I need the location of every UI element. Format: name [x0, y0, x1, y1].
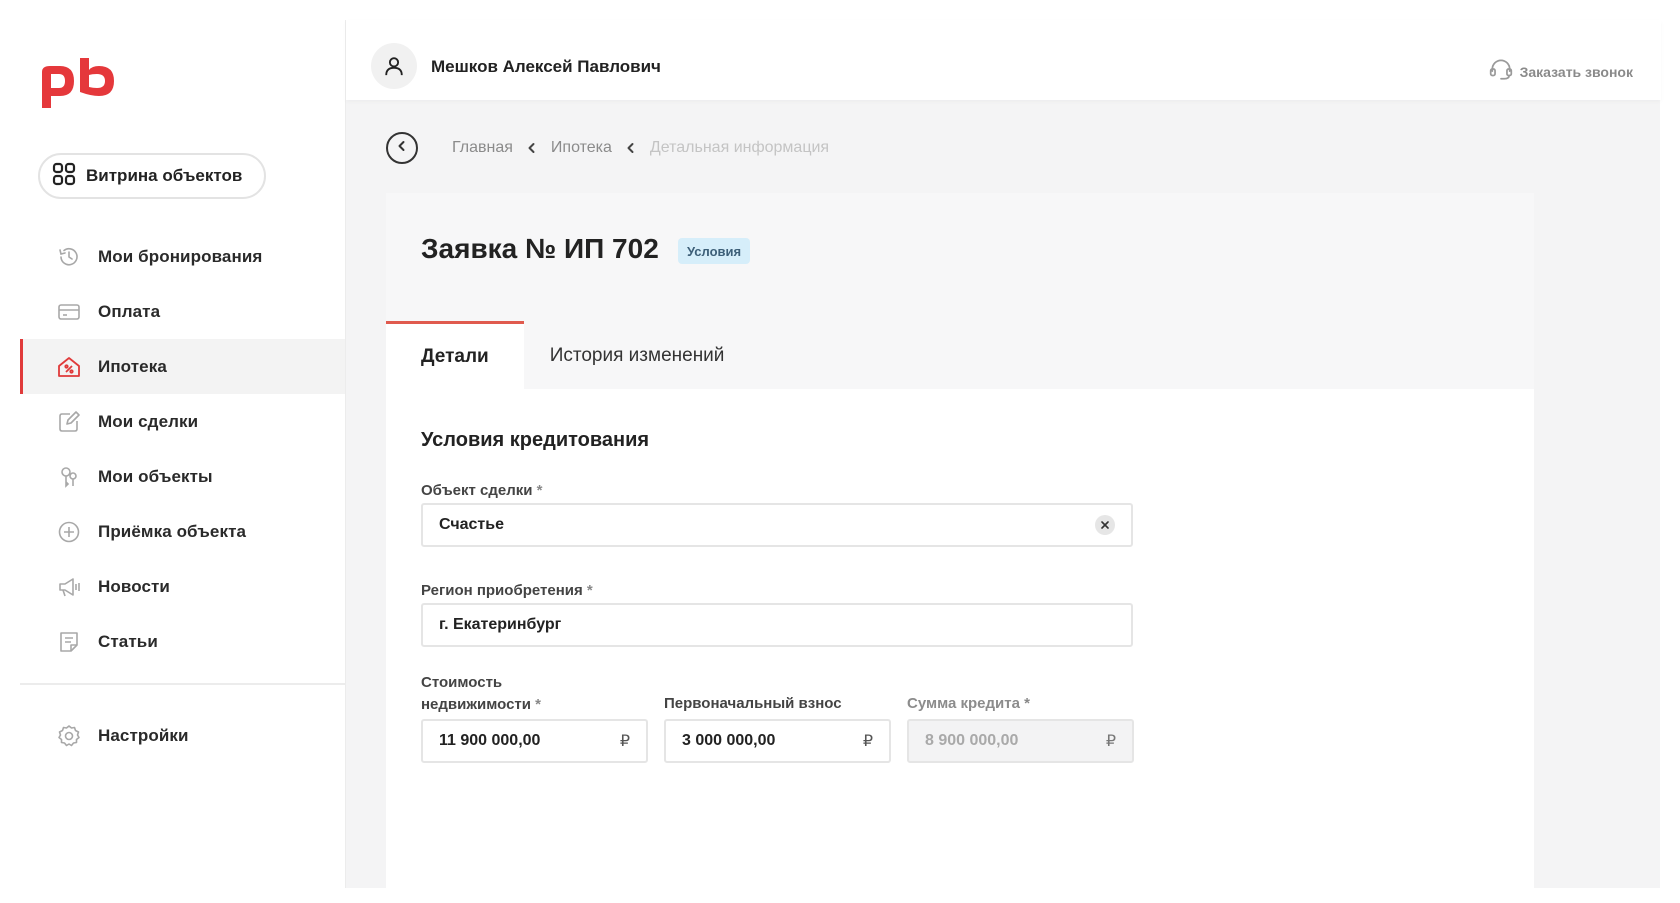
breadcrumb: Главная Ипотека Детальная информация [386, 132, 829, 164]
sidebar-item-label: Статьи [98, 631, 158, 651]
ruble-icon: ₽ [1105, 733, 1116, 750]
sidebar-item-label: Приёмка объекта [98, 521, 247, 541]
showcase-button[interactable]: Витрина объектов [38, 153, 266, 199]
cost-field-label: Стоимость недвижимости * [421, 672, 541, 716]
edit-icon [56, 409, 82, 435]
history-icon [56, 244, 82, 270]
article-icon [56, 629, 82, 655]
clear-icon[interactable] [1095, 515, 1115, 535]
topbar: Мешков Алексей Павлович Заказать звонок [346, 20, 1661, 100]
main-area: Мешков Алексей Павлович Заказать звонок … [345, 20, 1661, 888]
megaphone-icon [56, 574, 82, 600]
sidebar-item-label: Оплата [98, 301, 161, 321]
object-label-text: Объект сделки [421, 482, 533, 499]
required-mark: * [1024, 695, 1030, 712]
breadcrumb-home[interactable]: Главная [452, 139, 513, 157]
cost-field-value: 11 900 000,00 [439, 732, 541, 749]
tab-history[interactable]: История изменений [524, 321, 760, 390]
object-select[interactable]: Счастье [421, 503, 1133, 547]
region-label-text: Регион приобретения [421, 582, 583, 599]
breadcrumb-current: Детальная информация [649, 139, 830, 156]
sidebar-item-acceptance[interactable]: Приёмка объекта [20, 504, 345, 559]
status-badge: Условия [678, 238, 751, 264]
object-select-value: Счастье [439, 516, 504, 533]
sidebar-item-news[interactable]: Новости [20, 559, 345, 614]
application-card: Заявка № ИП 702 Условия Детали История и… [386, 193, 1534, 888]
ruble-icon: ₽ [862, 733, 873, 750]
showcase-label: Витрина объектов [86, 166, 243, 185]
app-window: Витрина объектов Мои бронирования Оплата [20, 20, 1661, 888]
sidebar-item-label: Мои сделки [98, 411, 199, 431]
sidebar-item-articles[interactable]: Статьи [20, 614, 345, 669]
sidebar-item-label: Мои бронирования [98, 246, 263, 266]
region-field[interactable]: г. Екатеринбург [421, 603, 1133, 647]
required-mark: * [535, 696, 542, 713]
sidebar-item-payment[interactable]: Оплата [20, 284, 345, 339]
callback-label: Заказать звонок [1519, 63, 1633, 80]
sidebar-item-mortgage[interactable]: Ипотека [20, 339, 345, 394]
card-icon [56, 299, 82, 325]
cost-label-line1: Стоимость [421, 674, 503, 691]
sidebar-divider [20, 683, 345, 685]
tab-bar: Детали История изменений [386, 321, 759, 390]
sidebar-item-settings[interactable]: Настройки [20, 708, 345, 763]
headset-icon [1488, 56, 1514, 87]
back-button[interactable] [386, 132, 418, 164]
section-title: Условия кредитования [421, 429, 650, 451]
sidebar-item-deals[interactable]: Мои сделки [20, 394, 345, 449]
sidebar-item-label: Новости [98, 576, 170, 596]
ruble-icon: ₽ [619, 733, 630, 750]
loan-amount-field-label: Сумма кредита * [907, 693, 1030, 715]
region-field-label: Регион приобретения * [421, 580, 593, 602]
tab-details[interactable]: Детали [386, 321, 524, 390]
cost-label-line2: недвижимости [421, 696, 531, 713]
grid-icon [52, 162, 76, 191]
keys-icon [56, 464, 82, 490]
sidebar-item-label: Настройки [98, 725, 189, 745]
sidebar: Витрина объектов Мои бронирования Оплата [20, 20, 345, 888]
loan-amount-label-text: Сумма кредита [907, 695, 1020, 712]
chevron-left-icon [396, 139, 408, 157]
brand-logo[interactable] [38, 58, 118, 112]
avatar[interactable] [371, 43, 417, 89]
chevron-left-icon [527, 142, 537, 154]
breadcrumb-mortgage[interactable]: Ипотека [551, 139, 612, 157]
page-title: Заявка № ИП 702 [421, 233, 659, 264]
required-mark: * [536, 482, 543, 499]
region-field-value: г. Екатеринбург [439, 616, 562, 633]
cost-field[interactable]: 11 900 000,00 ₽ [421, 719, 648, 763]
required-mark: * [586, 582, 593, 599]
object-field-label: Объект сделки * [421, 480, 543, 502]
plus-circle-icon [56, 519, 82, 545]
application-header: Заявка № ИП 702 Условия Детали История и… [386, 193, 1534, 390]
sidebar-nav: Мои бронирования Оплата Ипотека Мои сдел… [20, 229, 345, 669]
gear-icon [56, 723, 82, 749]
chevron-left-icon [626, 142, 636, 154]
sidebar-settings: Настройки [20, 708, 345, 763]
down-payment-label-text: Первоначальный взнос [664, 695, 842, 712]
down-payment-field[interactable]: 3 000 000,00 ₽ [664, 719, 891, 763]
down-payment-value: 3 000 000,00 [682, 732, 776, 749]
callback-link[interactable]: Заказать звонок [1488, 56, 1633, 87]
loan-amount-value: 8 900 000,00 [925, 732, 1019, 749]
sidebar-item-objects[interactable]: Мои объекты [20, 449, 345, 504]
down-payment-field-label: Первоначальный взнос [664, 693, 842, 715]
sidebar-item-label: Ипотека [98, 356, 167, 376]
mortgage-house-icon [56, 354, 82, 380]
loan-amount-field: 8 900 000,00 ₽ [907, 719, 1134, 763]
sidebar-item-bookings[interactable]: Мои бронирования [20, 229, 345, 284]
sidebar-item-label: Мои объекты [98, 466, 213, 486]
user-name[interactable]: Мешков Алексей Павлович [431, 57, 661, 77]
